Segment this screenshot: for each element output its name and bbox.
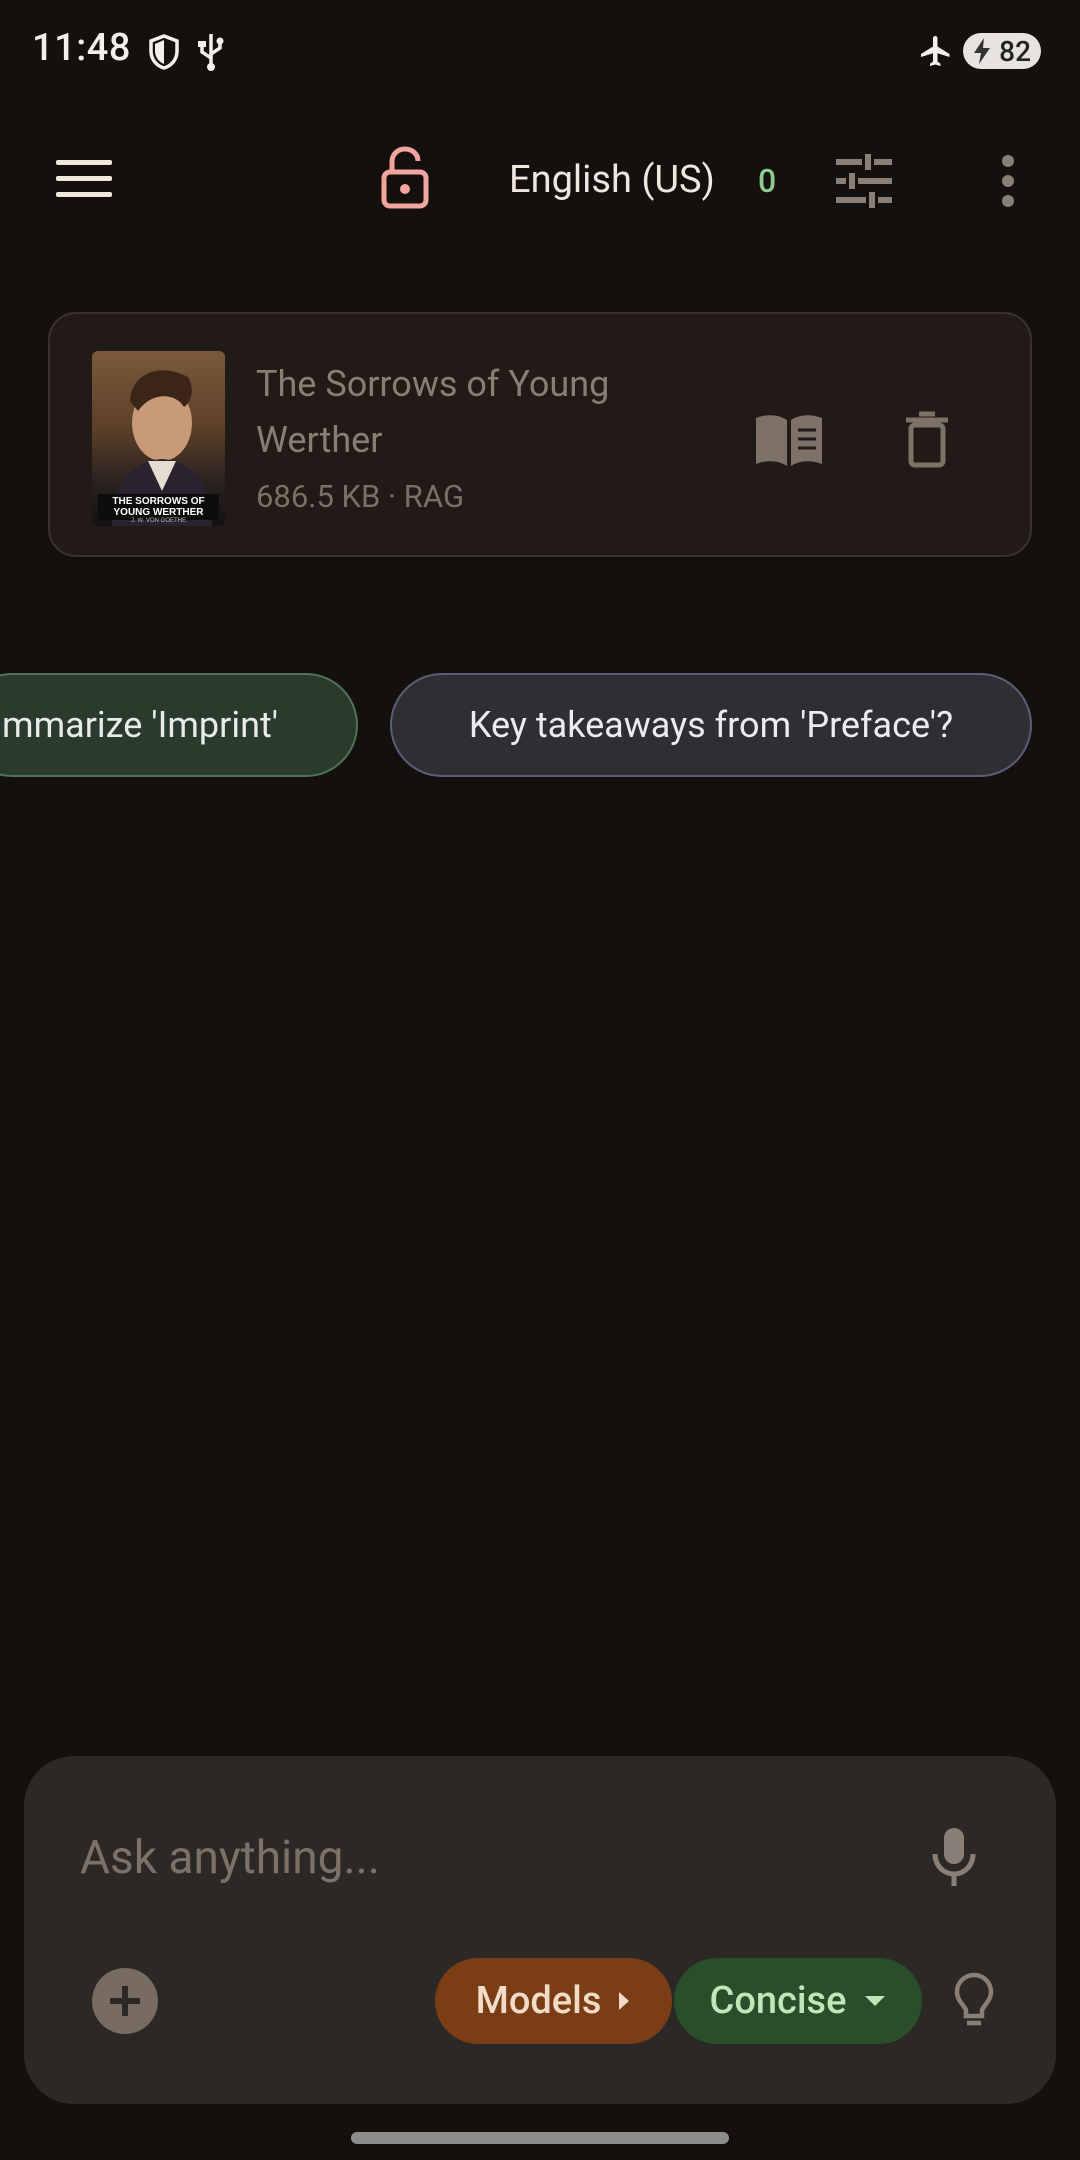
- battery-level: 82: [999, 34, 1031, 68]
- suggestion-chip-preface[interactable]: Key takeaways from 'Preface'?: [390, 673, 1032, 777]
- book-cover-image: THE SORROWS OF YOUNG WERTHER J. W. VON G…: [92, 351, 225, 526]
- book-open-icon[interactable]: [754, 412, 824, 468]
- ask-input[interactable]: [78, 1822, 842, 1894]
- dropdown-arrow-icon: [865, 1996, 886, 2006]
- lightbulb-icon[interactable]: [954, 1972, 994, 2032]
- models-button[interactable]: Models: [435, 1958, 672, 2044]
- microphone-icon[interactable]: [930, 1826, 978, 1888]
- book-cover-author: J. W. VON GOETHE: [130, 518, 186, 524]
- language-selector[interactable]: English (US): [509, 158, 715, 202]
- suggestion-chip-imprint[interactable]: mmarize 'Imprint': [0, 673, 358, 777]
- menu-icon[interactable]: [56, 158, 112, 200]
- unlock-icon[interactable]: [380, 146, 430, 210]
- concise-label: Concise: [709, 1979, 847, 2023]
- tune-icon[interactable]: [836, 154, 892, 208]
- status-time: 11:48: [32, 26, 131, 70]
- composer-panel: [24, 1756, 1056, 2104]
- concise-button[interactable]: Concise: [674, 1958, 922, 2044]
- document-meta: 686.5 KB · RAG: [256, 478, 465, 515]
- home-indicator[interactable]: [351, 2132, 729, 2144]
- battery-indicator: 82: [963, 33, 1041, 69]
- add-circle-icon[interactable]: [92, 1968, 158, 2034]
- document-title: The Sorrows of Young Werther: [256, 363, 610, 461]
- shield-icon: [149, 34, 179, 70]
- message-count: 0: [758, 162, 777, 200]
- models-label: Models: [475, 1979, 602, 2023]
- trash-icon[interactable]: [904, 410, 950, 468]
- book-cover-title: THE SORROWS OF YOUNG WERTHER: [98, 494, 219, 520]
- battery-charging-icon: [974, 38, 990, 64]
- more-vert-icon[interactable]: [998, 154, 1018, 208]
- airplane-mode-icon: [921, 36, 950, 66]
- usb-icon: [198, 34, 224, 71]
- arrow-right-icon: [619, 1992, 630, 2010]
